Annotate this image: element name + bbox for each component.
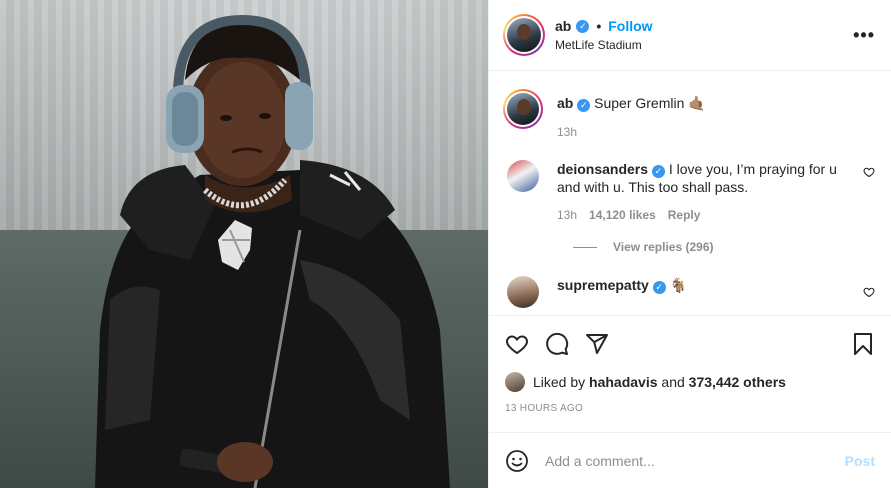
author-avatar[interactable]: [503, 14, 545, 56]
comment-username[interactable]: deionsanders: [557, 161, 648, 177]
separator-dot: •: [596, 18, 602, 34]
follow-button[interactable]: Follow: [608, 18, 652, 34]
caption-comment: ab ✓ Super Gremlin 🤙🏽 13h: [503, 89, 875, 139]
bookmark-icon[interactable]: [851, 332, 875, 356]
comment-item: deionsanders ✓ I love you, I’m praying f…: [503, 160, 875, 222]
caption-username[interactable]: ab: [557, 95, 573, 111]
caption-text: Super Gremlin 🤙🏽: [594, 95, 706, 111]
post-timestamp[interactable]: 13 HOURS AGO: [489, 403, 891, 417]
likes-summary: Liked by hahadavis and 373,442 others: [489, 371, 891, 393]
verified-badge-icon: ✓: [577, 99, 591, 112]
location-link[interactable]: MetLife Stadium: [555, 38, 853, 52]
comment-icon[interactable]: [545, 332, 569, 356]
liker-avatar[interactable]: [505, 372, 525, 392]
instagram-post: ab ✓ • Follow MetLife Stadium ••• ab ✓ S…: [0, 0, 891, 488]
post-details-panel: ab ✓ • Follow MetLife Stadium ••• ab ✓ S…: [488, 0, 891, 488]
view-replies-button[interactable]: View replies (296): [573, 240, 875, 254]
add-comment-bar: Post: [489, 432, 891, 488]
comment-like-heart-icon[interactable]: [863, 166, 875, 178]
share-icon[interactable]: [585, 332, 609, 356]
comment-item: supremepatty ✓ 🐐: [503, 276, 875, 308]
comment-likes[interactable]: 14,120 likes: [589, 208, 656, 222]
author-avatar-image: [507, 18, 541, 52]
caption-avatar[interactable]: [503, 89, 543, 129]
comment-text: 🐐: [669, 277, 688, 293]
author-username[interactable]: ab: [555, 18, 571, 34]
more-icon[interactable]: •••: [853, 25, 875, 46]
comment-time: 13h: [557, 208, 578, 222]
commenter-avatar[interactable]: [507, 160, 539, 192]
post-header: ab ✓ • Follow MetLife Stadium •••: [489, 0, 891, 71]
verified-badge-icon: ✓: [576, 19, 590, 33]
photo-subject: [95, 14, 450, 488]
comment-like-heart-icon[interactable]: [863, 286, 875, 298]
comment-input[interactable]: [545, 452, 845, 469]
emoji-icon[interactable]: [505, 449, 529, 473]
liker-username[interactable]: hahadavis: [589, 374, 657, 390]
post-comment-button[interactable]: Post: [845, 453, 875, 469]
heart-icon[interactable]: [505, 332, 529, 356]
verified-badge-icon: ✓: [652, 281, 666, 294]
commenter-avatar[interactable]: [507, 276, 539, 308]
verified-badge-icon: ✓: [651, 165, 665, 178]
likes-count[interactable]: 373,442 others: [689, 374, 786, 390]
post-actions-bar: [489, 315, 891, 371]
comment-username[interactable]: supremepatty: [557, 277, 649, 293]
reply-button[interactable]: Reply: [668, 208, 701, 222]
comments-section[interactable]: ab ✓ Super Gremlin 🤙🏽 13h deionsanders ✓: [489, 71, 891, 315]
caption-time: 13h: [557, 125, 578, 139]
post-photo[interactable]: [0, 0, 488, 488]
